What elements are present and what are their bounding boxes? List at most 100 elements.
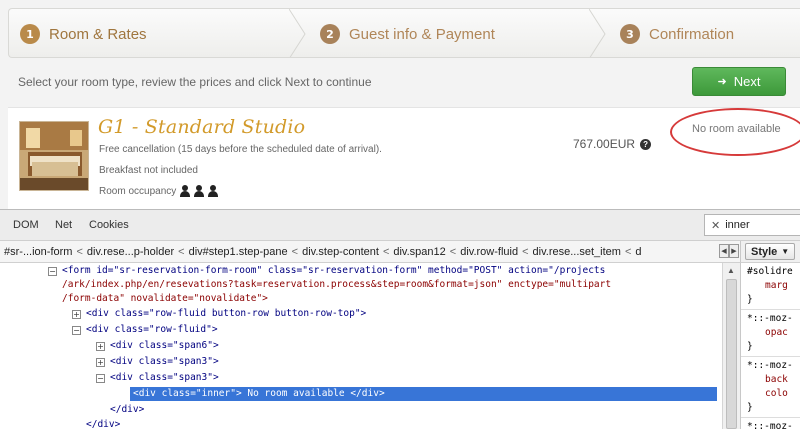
scroll-right-icon[interactable]: ▶ — [729, 244, 739, 258]
style-divider — [741, 356, 800, 357]
tree-node-close: </div> — [86, 418, 120, 429]
code-text: <form id="sr-reservation-form-room" clas… — [62, 265, 606, 276]
style-dropdown-label: Style — [751, 245, 778, 258]
code-text: <div class="inner"> No room available </… — [133, 388, 385, 399]
tree-node[interactable]: <div class="span6"> — [110, 339, 219, 353]
next-button[interactable]: ➜ Next — [692, 67, 786, 96]
person-icon — [208, 185, 219, 197]
room-price: 767.00EUR ? — [573, 137, 652, 151]
tree-node[interactable]: <div class="row-fluid button-row button-… — [86, 307, 366, 321]
side-panel-header: Style ▼ — [740, 241, 800, 263]
style-selector[interactable]: *::-moz- — [747, 421, 793, 429]
expand-icon[interactable]: + — [96, 342, 105, 351]
tree-node-form-cont: /form-data" novalidate="novalidate"> — [62, 292, 268, 306]
style-property[interactable]: colo — [765, 388, 788, 399]
breadcrumb-item[interactable]: div.row-fluid — [456, 246, 522, 258]
code-text: <div class="row-fluid button-row button-… — [86, 308, 367, 319]
step-number: 1 — [20, 24, 40, 44]
breadcrumb-item[interactable]: div.rese...set_item — [529, 246, 625, 258]
tab-dom[interactable]: DOM — [13, 219, 39, 231]
tree-node[interactable]: <div class="row-fluid"> — [86, 323, 218, 337]
code-text: /ark/index.php/en/resevations?task=reser… — [62, 279, 612, 290]
expand-icon[interactable]: + — [96, 358, 105, 367]
step-confirmation[interactable]: 3 Confirmation — [620, 9, 735, 57]
chevron-down-icon: ▼ — [781, 247, 790, 256]
room-thumbnail[interactable] — [19, 121, 89, 191]
room-occupancy-label: Room occupancy — [99, 185, 177, 197]
tree-node[interactable]: <div class="span3"> — [110, 355, 219, 369]
arrow-right-icon: ➜ — [717, 76, 727, 88]
code-text: </div> — [110, 404, 145, 415]
style-property[interactable]: back — [765, 374, 788, 385]
breakfast-info: Breakfast not included — [99, 165, 198, 176]
style-dropdown[interactable]: Style ▼ — [745, 243, 796, 260]
help-icon[interactable]: ? — [640, 138, 652, 150]
style-selector[interactable]: *::-moz- — [747, 313, 793, 324]
tree-node[interactable]: <div class="span3"> — [110, 371, 219, 385]
step-label: Guest info & Payment — [349, 25, 495, 43]
scrollbar-thumb[interactable] — [726, 279, 737, 429]
room-item: G1 - Standard Studio Free cancellation (… — [8, 107, 800, 209]
scroll-left-icon[interactable]: ◀ — [719, 244, 729, 258]
next-button-label: Next — [733, 74, 761, 89]
step-number: 2 — [320, 24, 340, 44]
person-icon — [180, 185, 191, 197]
room-occupancy: Room occupancy — [99, 185, 219, 197]
code-text: <div class="row-fluid"> — [86, 324, 218, 335]
tree-node-form-cont: /ark/index.php/en/resevations?task=reser… — [62, 278, 611, 292]
breadcrumb-item[interactable]: #sr-...ion-form — [0, 246, 76, 258]
style-close: } — [747, 402, 753, 413]
step-number: 3 — [620, 24, 640, 44]
style-property[interactable]: opac — [765, 327, 788, 338]
devtools-search-input[interactable] — [725, 219, 786, 231]
breadcrumb-nav: ◀ ▶ — [719, 244, 739, 258]
code-text: <div class="span6"> — [110, 340, 219, 351]
style-close: } — [747, 341, 753, 352]
collapse-icon[interactable]: − — [72, 326, 81, 335]
clear-search-icon[interactable]: ✕ — [711, 219, 720, 232]
devtools-toolbar: DOM Net Cookies ✕ — [0, 210, 800, 241]
collapse-icon[interactable]: − — [48, 267, 57, 276]
breadcrumb-item[interactable]: div.rese...p-holder — [83, 246, 178, 258]
price-value: 767.00EUR — [573, 137, 636, 151]
style-property[interactable]: marg — [765, 280, 788, 291]
devtools-panel: DOM Net Cookies ✕ #sr-...ion-form< div.r… — [0, 209, 800, 429]
step-divider-icon — [589, 9, 606, 57]
html-tree: − <form id="sr-reservation-form-room" cl… — [0, 263, 722, 429]
step-divider-icon — [289, 9, 306, 57]
step-room-rates[interactable]: 1 Room & Rates — [20, 9, 147, 57]
expand-icon[interactable]: + — [72, 310, 81, 319]
devtools-search[interactable]: ✕ — [704, 214, 800, 236]
style-divider — [741, 309, 800, 310]
breadcrumb: #sr-...ion-form < div.rese...p-holder < di… — [0, 241, 740, 263]
step-bar: 1 Room & Rates 2 Guest info & Payment 3 … — [8, 8, 800, 58]
tab-cookies[interactable]: Cookies — [89, 219, 129, 231]
breadcrumb-item[interactable]: d — [631, 246, 645, 258]
style-close: } — [747, 294, 753, 305]
breadcrumb-item[interactable]: div.span12 — [389, 246, 449, 258]
room-title[interactable]: G1 - Standard Studio — [98, 116, 305, 138]
html-tree-scrollbar[interactable]: ▲ — [722, 263, 740, 429]
collapse-icon[interactable]: − — [96, 374, 105, 383]
breadcrumb-item[interactable]: div#step1.step-pane — [185, 246, 292, 258]
tab-net[interactable]: Net — [55, 219, 72, 231]
scroll-up-icon[interactable]: ▲ — [727, 266, 735, 275]
style-divider — [741, 417, 800, 418]
code-text: <div class="span3"> — [110, 372, 219, 383]
step-label: Confirmation — [649, 25, 735, 43]
cancellation-policy: Free cancellation (15 days before the sc… — [99, 144, 382, 155]
tree-node-form[interactable]: <form id="sr-reservation-form-room" clas… — [62, 264, 605, 278]
step-guest-info[interactable]: 2 Guest info & Payment — [320, 9, 495, 57]
code-text: /form-data" novalidate="novalidate"> — [62, 293, 268, 304]
code-text: </div> — [86, 419, 121, 429]
style-panel: #solidre marg } *::-moz- opac } *::-moz-… — [740, 263, 800, 429]
person-icon — [194, 185, 205, 197]
style-selector[interactable]: *::-moz- — [747, 360, 793, 371]
breadcrumb-item[interactable]: div.step-content — [298, 246, 383, 258]
tree-node-close: </div> — [110, 403, 144, 417]
step-label: Room & Rates — [49, 25, 147, 43]
style-selector[interactable]: #solidre — [747, 266, 793, 277]
code-text: <div class="span3"> — [110, 356, 219, 367]
booking-page: 1 Room & Rates 2 Guest info & Payment 3 … — [0, 0, 800, 209]
tree-node-selected[interactable]: <div class="inner"> No room available </… — [130, 387, 717, 401]
